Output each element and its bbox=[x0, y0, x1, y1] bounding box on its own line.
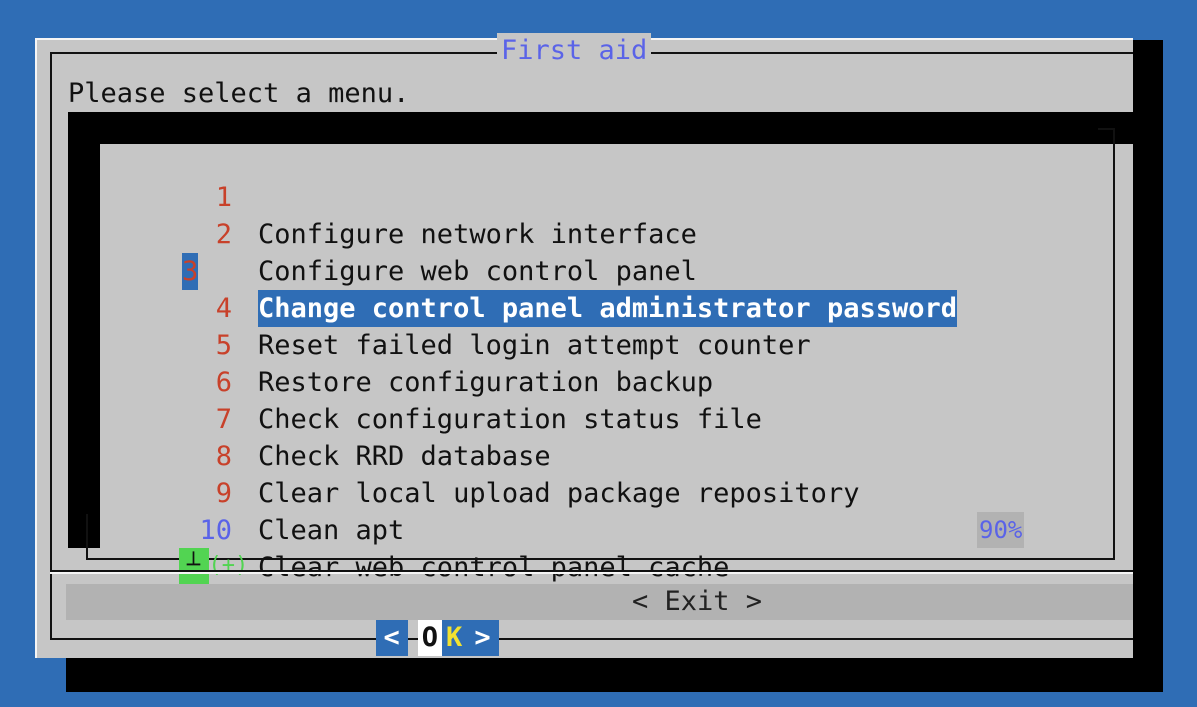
exit-button[interactable]: < Exit > bbox=[632, 584, 762, 620]
menu-item-label: Clear web control panel cache bbox=[258, 552, 730, 583]
menu-item-9[interactable]: 9 Clean apt bbox=[100, 438, 1098, 546]
ok-button-left-bracket: < bbox=[375, 620, 408, 656]
dialog-frame-left bbox=[50, 52, 52, 640]
menu-item-8[interactable]: 8 Clear local upload package repository bbox=[100, 401, 1098, 509]
menu-item-10[interactable]: 10 Clear web control panel cache bbox=[100, 475, 1098, 583]
menu-item-label: Clean apt bbox=[258, 515, 405, 546]
dialog-prompt: Please select a menu. bbox=[68, 78, 410, 109]
menu-item-3[interactable]: 3 Change control panel administrator pas… bbox=[100, 216, 1098, 327]
ok-button-right-bracket: > bbox=[466, 620, 499, 656]
list-shadow-left bbox=[68, 112, 100, 548]
dialog-frame-bottom bbox=[50, 638, 1133, 640]
menu-item-7[interactable]: 7 Check RRD database bbox=[100, 364, 1098, 472]
button-bar bbox=[66, 584, 1133, 620]
menu-item-2[interactable]: 2 Configure web control panel bbox=[100, 179, 1098, 287]
scroll-marker: ┴ bbox=[178, 548, 209, 584]
scroll-indicator: ┴ (+) bbox=[152, 512, 248, 584]
menu-item-1[interactable]: 1 Configure network interface bbox=[100, 142, 1098, 250]
ok-button[interactable]: < O K > bbox=[343, 584, 499, 656]
list-shadow bbox=[68, 112, 1133, 144]
scroll-percent: 90% bbox=[977, 512, 1025, 548]
menu-item-5[interactable]: 5 Restore configuration backup bbox=[100, 290, 1098, 398]
ok-button-hotkey: K bbox=[442, 620, 467, 656]
dialog-shadow bbox=[1133, 40, 1163, 690]
list-frame-right bbox=[1113, 128, 1115, 560]
ok-button-label-o: O bbox=[417, 620, 443, 656]
menu-item-4[interactable]: 4 Reset failed login attempt counter bbox=[100, 253, 1098, 361]
scroll-indicator-text: (+) bbox=[208, 553, 249, 578]
dialog-title: First aid bbox=[497, 33, 652, 69]
button-separator-highlight bbox=[50, 572, 1133, 574]
menu-item-6[interactable]: 6 Check configuration status file bbox=[100, 327, 1098, 435]
list-frame-left bbox=[86, 514, 88, 560]
